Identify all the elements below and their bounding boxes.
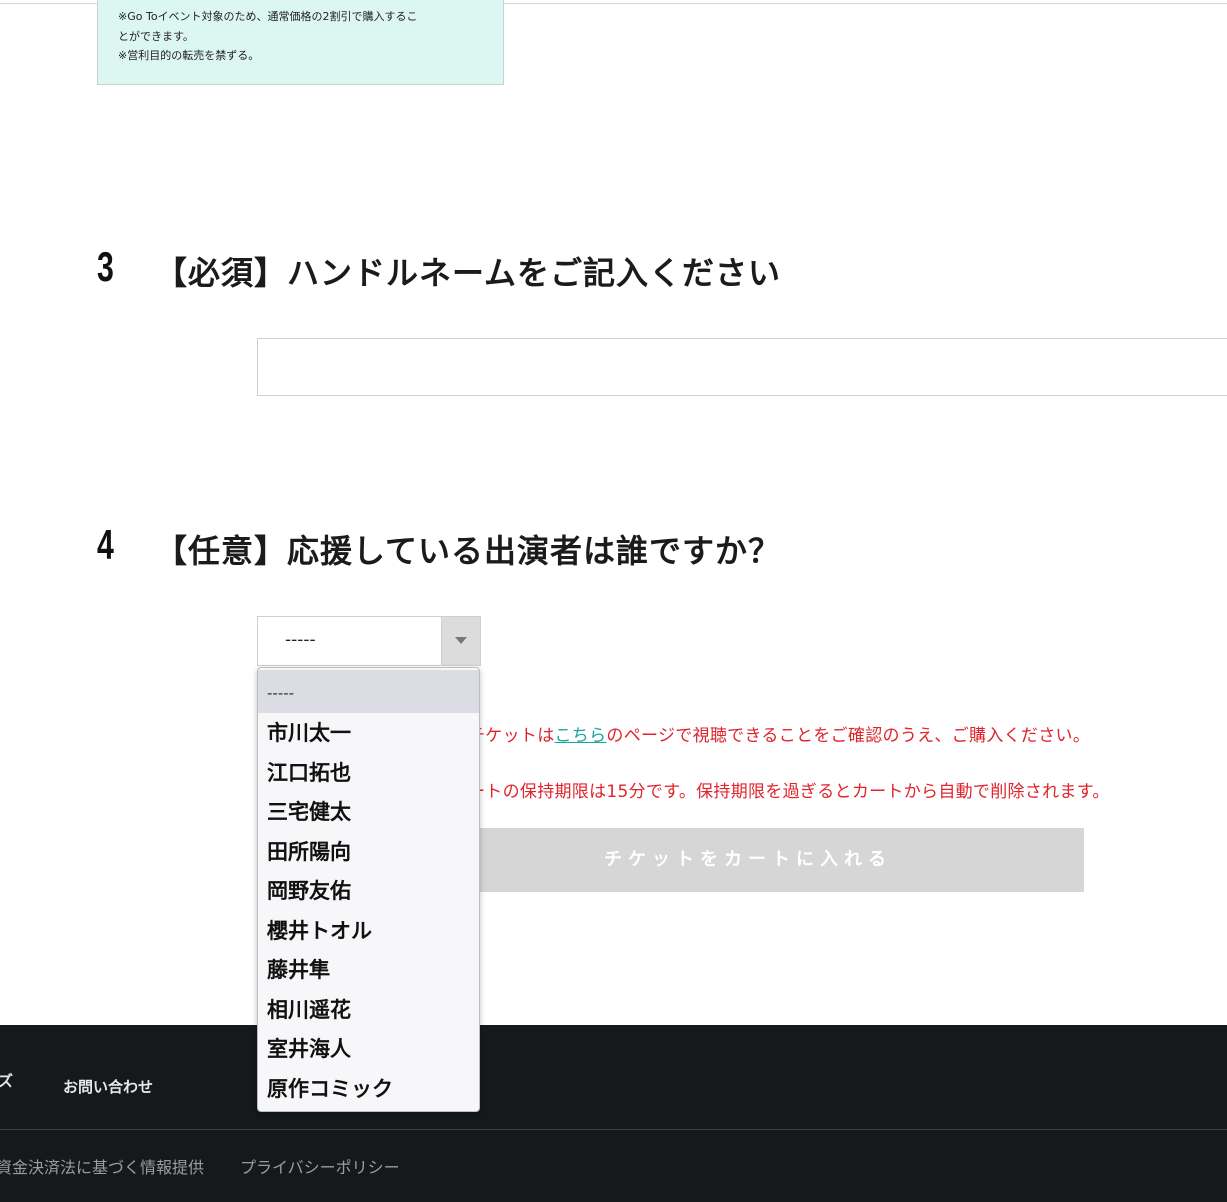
goto-notice-box: ※Go Toイベント対象のため、通常価格の2割引で購入するこ とができます。 ※…: [97, 0, 504, 85]
performer-dropdown-list[interactable]: ----- 市川太一 江口拓也 三宅健太 田所陽向 岡野友佑 櫻井トオル 藤井隼…: [257, 667, 480, 1112]
add-to-cart-button[interactable]: チケットをカートに入れる: [412, 828, 1084, 892]
dropdown-option[interactable]: 藤井隼: [258, 950, 479, 990]
dropdown-option[interactable]: 市川太一: [258, 713, 479, 753]
viewing-notice-pre: チケットは: [468, 726, 555, 746]
footer-link-privacy[interactable]: プライバシーポリシー: [240, 1154, 400, 1178]
notice-line: ※Go Toイベント対象のため、通常価格の2割引で購入するこ: [118, 10, 418, 23]
viewing-page-link[interactable]: こちら: [555, 726, 607, 746]
dropdown-option[interactable]: 三宅健太: [258, 792, 479, 832]
notice-line: ※営利目的の転売を禁ずる。: [118, 49, 260, 62]
notice-line: とができます。: [118, 29, 194, 43]
footer-nav: ズ お問い合わせ: [0, 1025, 1227, 1129]
footer-legal: 資金決済法に基づく情報提供 プライバシーポリシー: [0, 1129, 1227, 1202]
performer-select-value: -----: [285, 630, 316, 650]
footer-link-payment-info[interactable]: 資金決済法に基づく情報提供: [0, 1154, 204, 1178]
dropdown-option[interactable]: 岡野友佑: [258, 871, 479, 911]
dropdown-option[interactable]: -----: [258, 670, 479, 713]
cart-limit-notice: ートの保持期限は15分です。保持期限を過ぎるとカートから自動で削除されます。: [468, 782, 1110, 802]
chevron-down-icon[interactable]: [441, 617, 480, 665]
dropdown-option[interactable]: 江口拓也: [258, 753, 479, 793]
question-3-number: 3: [97, 243, 114, 290]
dropdown-option[interactable]: 室井海人: [258, 1029, 479, 1069]
footer-link-contact[interactable]: お問い合わせ: [63, 1076, 153, 1097]
dropdown-option[interactable]: 櫻井トオル: [258, 911, 479, 951]
question-4-number: 4: [97, 521, 114, 568]
dropdown-option[interactable]: 相川遥花: [258, 990, 479, 1030]
question-4-title: 【任意】応援している出演者は誰ですか？: [155, 532, 782, 570]
viewing-notice: チケットはこちらのページで視聴できることをご確認のうえ、ご購入ください。: [468, 721, 1090, 746]
performer-select[interactable]: -----: [257, 616, 481, 666]
dropdown-option[interactable]: 原作コミック: [258, 1069, 479, 1109]
footer-link-partial[interactable]: ズ: [0, 1070, 13, 1091]
handle-name-input[interactable]: [257, 338, 1227, 396]
viewing-notice-post: のページで視聴できることをご確認のうえ、ご購入ください。: [606, 726, 1091, 746]
question-3-title: 【必須】ハンドルネームをご記入ください: [155, 254, 782, 292]
dropdown-option[interactable]: 田所陽向: [258, 832, 479, 872]
